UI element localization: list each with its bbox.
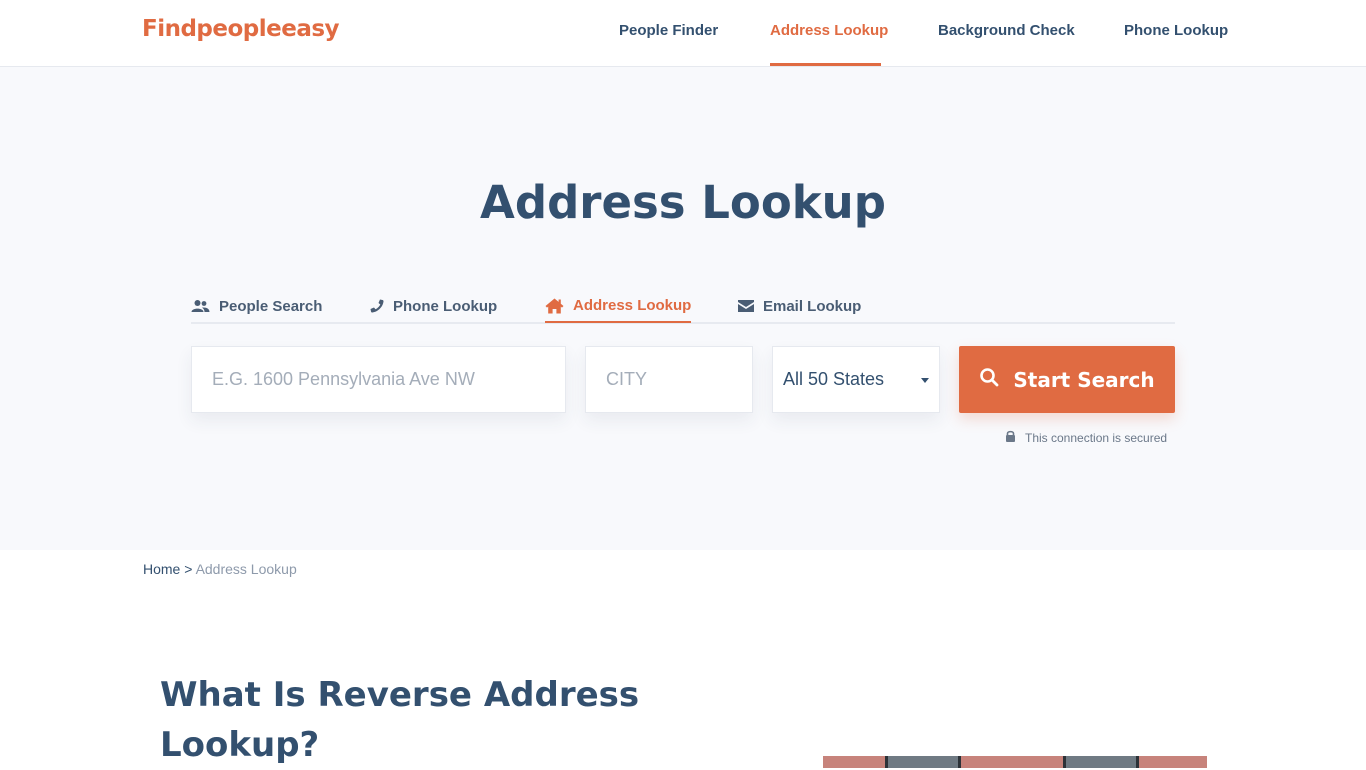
address-field-wrapper (191, 346, 566, 413)
nav-active-underline (770, 63, 881, 66)
breadcrumb-current: Address Lookup (195, 561, 297, 577)
start-search-button[interactable]: Start Search (959, 346, 1175, 413)
tab-phone-lookup[interactable]: Phone Lookup (370, 290, 497, 322)
breadcrumb-home[interactable]: Home (143, 561, 180, 577)
home-icon (545, 298, 564, 314)
search-tabs: People Search Phone Lookup Address Looku… (191, 290, 1175, 324)
tab-label: Phone Lookup (393, 297, 498, 315)
nav-background-check[interactable]: Background Check (938, 22, 1075, 39)
tab-address-lookup[interactable]: Address Lookup (545, 290, 692, 323)
users-icon (191, 299, 210, 313)
tab-email-lookup[interactable]: Email Lookup (738, 290, 861, 322)
secure-text: This connection is secured (1025, 430, 1168, 445)
page-title: Address Lookup (480, 176, 886, 229)
house-window (1063, 756, 1139, 768)
site-header: Findpeopleeasy People Finder Address Loo… (0, 0, 1366, 67)
section-title: What Is Reverse Address Lookup? (160, 675, 640, 765)
lock-icon (1005, 430, 1016, 445)
state-select[interactable]: All 50 States (772, 346, 940, 413)
city-field-wrapper (585, 346, 753, 413)
search-icon (979, 367, 999, 392)
phone-icon (370, 299, 384, 313)
house-window (885, 756, 961, 768)
envelope-icon (738, 300, 754, 312)
nav-address-lookup[interactable]: Address Lookup (770, 22, 888, 39)
tab-label: Email Lookup (763, 297, 862, 315)
tab-people-search[interactable]: People Search (191, 290, 322, 322)
tab-label: Address Lookup (573, 297, 692, 314)
start-search-label: Start Search (1013, 367, 1155, 392)
address-input[interactable] (192, 347, 565, 412)
breadcrumb: Home > Address Lookup (143, 561, 297, 577)
tab-label: People Search (219, 297, 323, 315)
house-image (823, 756, 1207, 768)
caret-down-icon (921, 378, 929, 383)
secure-connection-note: This connection is secured (1005, 430, 1167, 445)
city-input[interactable] (586, 347, 752, 412)
site-logo[interactable]: Findpeopleeasy (142, 16, 340, 42)
nav-people-finder[interactable]: People Finder (619, 22, 718, 39)
breadcrumb-separator: > (184, 561, 193, 577)
state-select-value: All 50 States (783, 369, 885, 389)
nav-phone-lookup[interactable]: Phone Lookup (1124, 22, 1228, 39)
